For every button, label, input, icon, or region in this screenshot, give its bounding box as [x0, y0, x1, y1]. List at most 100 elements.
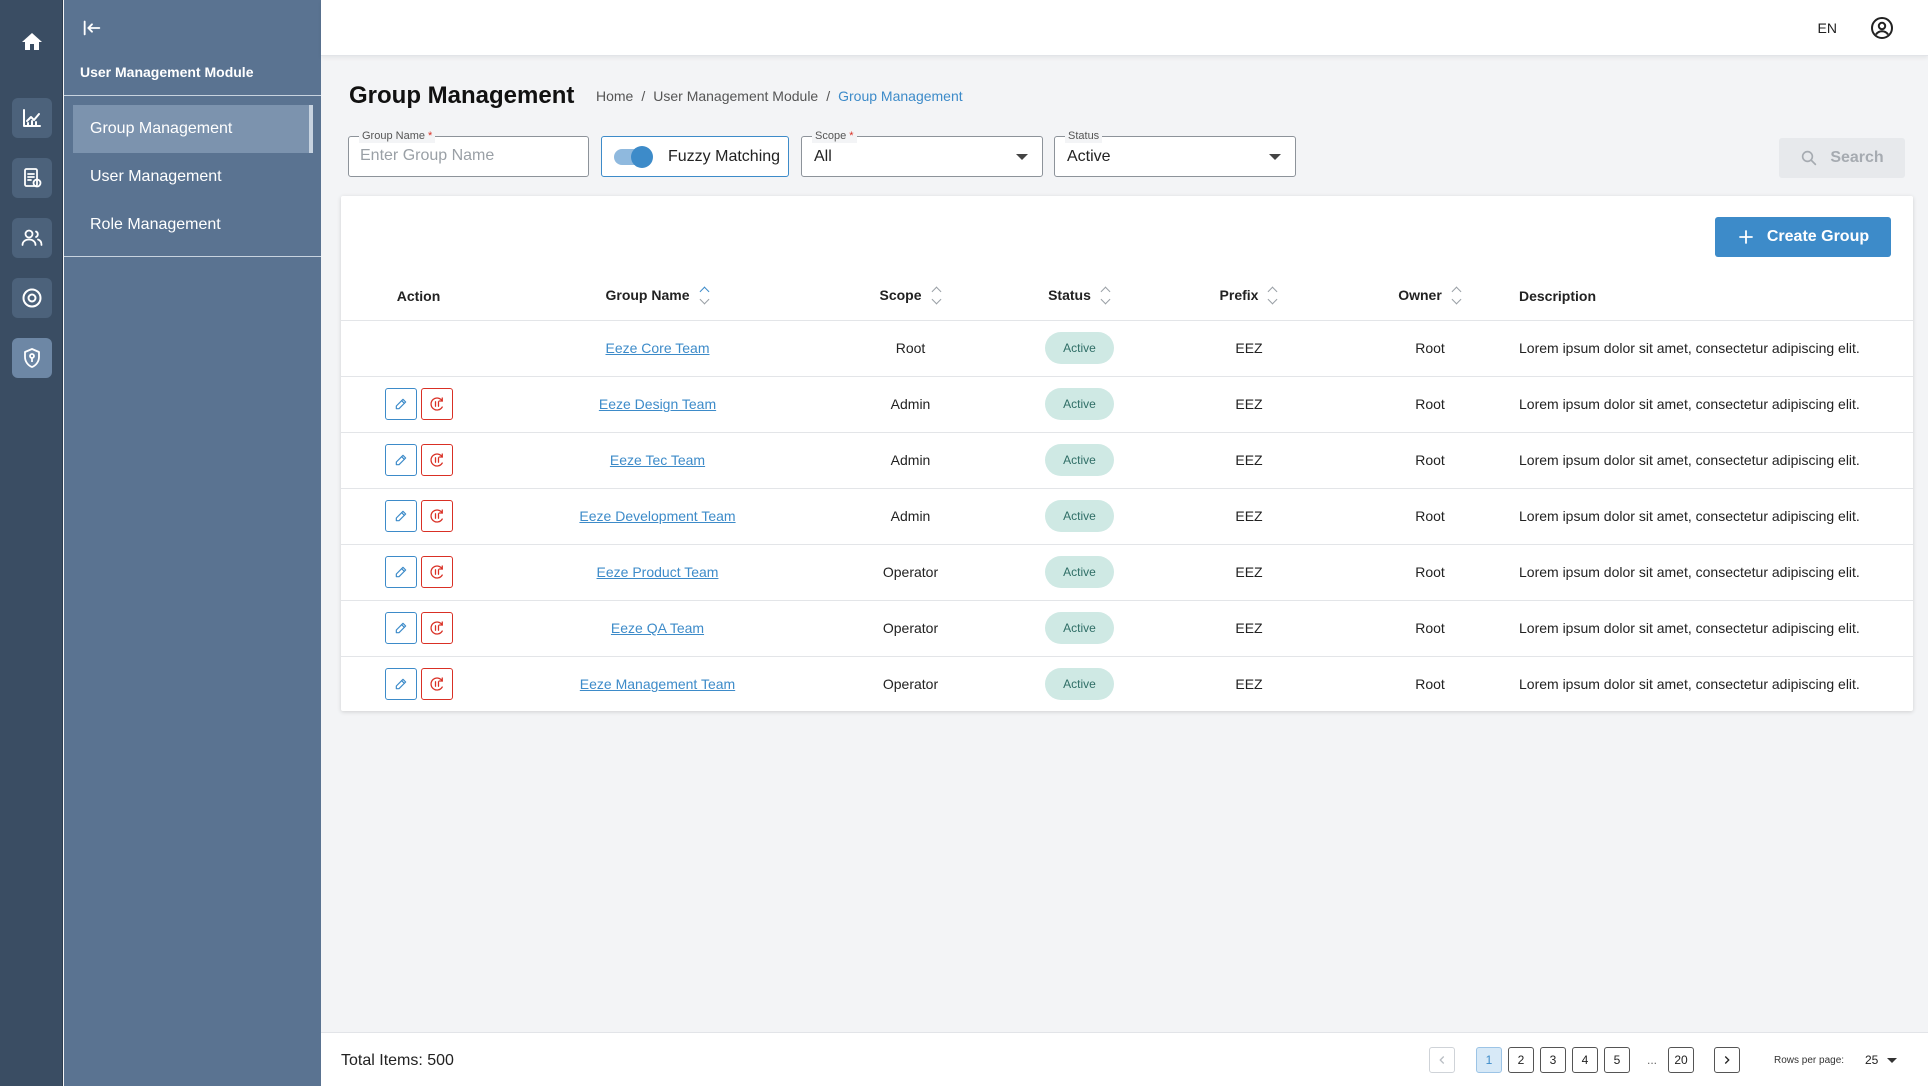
sort-icon[interactable] [1268, 287, 1278, 305]
chevron-down-icon[interactable] [1887, 1058, 1897, 1063]
status-badge: Active [1045, 444, 1114, 476]
group-name-link[interactable]: Eeze QA Team [611, 620, 704, 636]
prev-page-button[interactable] [1429, 1047, 1455, 1073]
group-name-link[interactable]: Eeze Product Team [597, 564, 719, 580]
edit-icon[interactable] [384, 556, 417, 588]
cell-action [341, 432, 496, 489]
scope-select[interactable]: Scope * All [801, 129, 1043, 177]
cell-prefix: EEZ [1235, 676, 1263, 693]
sort-icon[interactable] [1101, 287, 1111, 305]
column-header-scope[interactable]: Scope [819, 272, 1002, 321]
group-name-link[interactable]: Eeze Development Team [579, 508, 735, 524]
column-header-group-name[interactable]: Group Name [496, 272, 819, 321]
report-icon[interactable] [12, 158, 52, 198]
deactivate-icon[interactable] [420, 388, 453, 420]
deactivate-icon[interactable] [420, 612, 453, 644]
total-items: Total Items: 500 [341, 1052, 454, 1069]
cell-action [341, 656, 496, 712]
page-button-5[interactable]: 5 [1604, 1047, 1630, 1073]
edit-icon[interactable] [384, 668, 417, 701]
edit-icon[interactable] [384, 500, 417, 532]
breadcrumb-module[interactable]: User Management Module [653, 88, 818, 104]
table-header-row: Action Group Name Scope Status Prefix Ow… [341, 272, 1913, 321]
search-button[interactable]: Search [1779, 138, 1905, 178]
column-header-prefix[interactable]: Prefix [1157, 272, 1341, 321]
settings-icon[interactable] [12, 278, 52, 318]
deactivate-icon[interactable] [420, 500, 453, 532]
collapse-sidebar-icon[interactable] [79, 16, 105, 40]
pagination-footer: Total Items: 500 1 2 3 4 5 ... 20 Rows p… [321, 1032, 1928, 1086]
cell-scope: Operator [819, 600, 1002, 657]
breadcrumb-current: Group Management [838, 88, 963, 104]
icon-rail [0, 0, 63, 1086]
group-name-field: Group Name * [348, 129, 589, 177]
breadcrumb-separator: / [641, 88, 646, 104]
group-name-link[interactable]: Eeze Management Team [580, 676, 735, 692]
sort-icon[interactable] [700, 287, 710, 305]
deactivate-icon[interactable] [420, 444, 453, 476]
deactivate-icon[interactable] [420, 556, 453, 588]
cell-group-name: Eeze Product Team [496, 544, 819, 601]
column-header-owner[interactable]: Owner [1341, 272, 1519, 321]
cell-status: Active [1002, 432, 1157, 489]
fuzzy-matching-toggle[interactable]: Fuzzy Matching [601, 136, 789, 177]
edit-icon[interactable] [384, 612, 417, 644]
cell-scope: Root [819, 320, 1002, 377]
table-row: Eeze Management Team Operator Active EEZ… [341, 656, 1913, 712]
edit-icon[interactable] [384, 444, 417, 476]
cell-description: Lorem ipsum dolor sit amet, consectetur … [1519, 320, 1913, 377]
users-icon[interactable] [12, 218, 52, 258]
cell-description: Lorem ipsum dolor sit amet, consectetur … [1519, 600, 1913, 657]
create-group-label: Create Group [1766, 228, 1870, 245]
sort-icon[interactable] [932, 287, 942, 305]
row-actions [384, 388, 453, 420]
group-name-input[interactable] [360, 147, 560, 165]
cell-owner: Root [1341, 600, 1519, 657]
group-name-link[interactable]: Eeze Core Team [605, 340, 709, 356]
column-header-status[interactable]: Status [1002, 272, 1157, 321]
create-group-button[interactable]: Create Group [1715, 217, 1891, 257]
status-badge: Active [1045, 612, 1114, 644]
status-badge: Active [1045, 500, 1114, 532]
cell-description: Lorem ipsum dolor sit amet, consectetur … [1519, 488, 1913, 545]
language-selector[interactable]: EN [1818, 20, 1837, 36]
page-button-20[interactable]: 20 [1668, 1047, 1694, 1073]
sidebar-item-role-management[interactable]: Role Management [73, 201, 313, 249]
edit-icon[interactable] [384, 388, 417, 420]
chevron-left-icon [1439, 1056, 1445, 1064]
cell-owner: Root [1341, 320, 1519, 377]
security-shield-icon[interactable] [12, 338, 52, 378]
table-row: Eeze Tec Team Admin Active EEZ Root Lore… [341, 432, 1913, 489]
next-page-button[interactable] [1714, 1047, 1740, 1073]
rows-per-page-select[interactable]: 25 [1865, 1053, 1878, 1067]
analytics-icon[interactable] [12, 98, 52, 138]
sort-icon[interactable] [1452, 287, 1462, 305]
row-actions [384, 668, 453, 701]
page-button-2[interactable]: 2 [1508, 1047, 1534, 1073]
toggle-switch[interactable] [614, 145, 653, 168]
user-account-icon[interactable] [1870, 16, 1894, 40]
rows-per-page-label: Rows per page: [1774, 1055, 1845, 1066]
module-title: User Management Module [80, 64, 254, 80]
row-actions [384, 500, 453, 532]
deactivate-icon[interactable] [420, 668, 453, 701]
home-icon[interactable] [12, 22, 52, 62]
cell-status: Active [1002, 320, 1157, 377]
group-name-link[interactable]: Eeze Tec Team [610, 452, 705, 468]
group-name-link[interactable]: Eeze Design Team [599, 396, 716, 412]
breadcrumb: Home / User Management Module / Group Ma… [596, 88, 963, 104]
page-button-1[interactable]: 1 [1476, 1047, 1502, 1073]
cell-group-name: Eeze QA Team [496, 600, 819, 657]
cell-status: Active [1002, 544, 1157, 601]
sidebar-item-group-management[interactable]: Group Management [73, 105, 313, 153]
sidebar-item-user-management[interactable]: User Management [73, 153, 313, 201]
scope-label: Scope * [812, 129, 857, 143]
breadcrumb-home[interactable]: Home [596, 88, 633, 104]
page-button-3[interactable]: 3 [1540, 1047, 1566, 1073]
groups-table: Action Group Name Scope Status Prefix Ow… [341, 272, 1913, 712]
page-button-4[interactable]: 4 [1572, 1047, 1598, 1073]
table-row: Eeze Product Team Operator Active EEZ Ro… [341, 544, 1913, 601]
status-select[interactable]: Status Active [1054, 129, 1296, 177]
cell-group-name: Eeze Management Team [496, 656, 819, 712]
column-header-action: Action [341, 272, 496, 321]
